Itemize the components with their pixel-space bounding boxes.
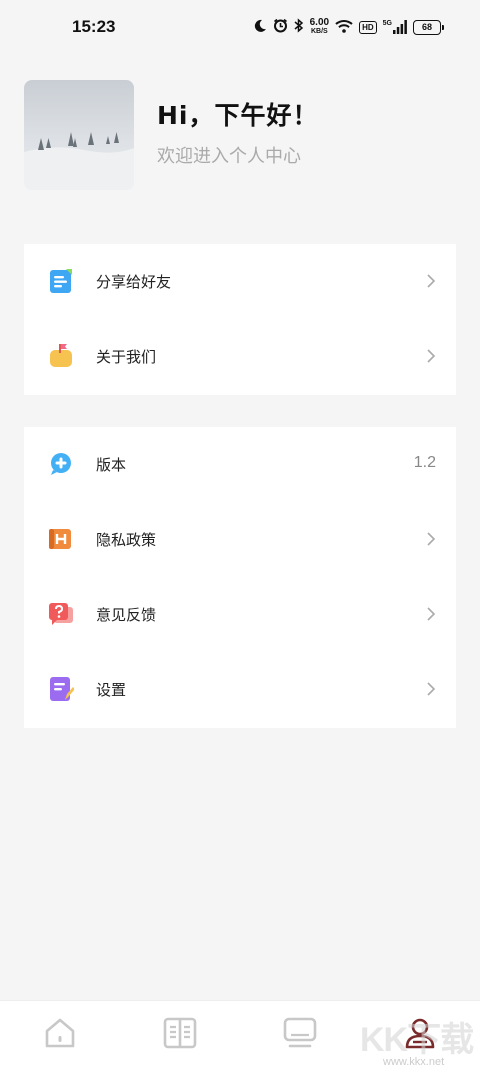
- menu-item-settings[interactable]: 设置: [24, 652, 456, 727]
- signal-icon: 5G: [383, 20, 407, 34]
- alarm-icon: [273, 18, 288, 37]
- nav-profile[interactable]: [400, 1015, 440, 1055]
- profile-icon: [403, 1016, 437, 1054]
- chevron-right-icon: [426, 348, 436, 364]
- menu-card-settings: 版本 1.2 隐私政策 意见反馈 设置: [24, 427, 456, 728]
- status-bar: 15:23 6.00 KB/S HD 5G 68: [0, 0, 480, 56]
- signal-label: 5G: [382, 20, 392, 27]
- nav-library[interactable]: [160, 1015, 200, 1055]
- menu-item-label: 设置: [96, 681, 127, 699]
- menu-item-label: 关于我们: [96, 348, 157, 366]
- wifi-icon: [335, 18, 353, 37]
- menu-item-share[interactable]: 分享给好友: [24, 244, 456, 319]
- battery-level: 68: [413, 19, 441, 35]
- feedback-icon: [48, 601, 74, 627]
- status-time: 15:23: [72, 17, 116, 36]
- about-icon: [48, 343, 74, 369]
- settings-icon: [48, 676, 75, 702]
- monitor-icon: [282, 1016, 318, 1054]
- greeting-subtitle: 欢迎进入个人中心: [157, 146, 301, 167]
- hd-badge: HD: [359, 20, 377, 34]
- moon-icon: [253, 18, 267, 37]
- chevron-right-icon: [426, 606, 436, 622]
- nav-watch[interactable]: [280, 1015, 320, 1055]
- menu-item-about[interactable]: 关于我们: [24, 319, 456, 394]
- bluetooth-icon: [294, 17, 304, 37]
- status-icons: 6.00 KB/S HD 5G 68: [253, 16, 444, 38]
- book-icon: [162, 1016, 198, 1054]
- net-speed-value: 6.00: [309, 17, 330, 28]
- net-speed-unit: KB/S: [310, 28, 328, 35]
- menu-item-version[interactable]: 版本 1.2: [24, 427, 456, 502]
- version-value: 1.2: [413, 454, 436, 471]
- menu-item-label: 隐私政策: [96, 531, 157, 549]
- menu-item-privacy[interactable]: 隐私政策: [24, 502, 456, 577]
- greeting-title: Hi，下午好！: [157, 101, 319, 130]
- version-icon: [48, 451, 74, 477]
- menu-item-label: 分享给好友: [96, 273, 172, 291]
- menu-item-feedback[interactable]: 意见反馈: [24, 577, 456, 652]
- chevron-right-icon: [426, 681, 436, 697]
- menu-item-label: 意见反馈: [96, 606, 157, 624]
- battery-icon: 68: [413, 19, 444, 35]
- privacy-icon: [48, 526, 74, 552]
- menu-item-label: 版本: [96, 456, 127, 474]
- avatar[interactable]: [24, 80, 134, 190]
- menu-card-share-about: 分享给好友 关于我们: [24, 244, 456, 395]
- chevron-right-icon: [426, 531, 436, 547]
- chevron-right-icon: [426, 273, 436, 289]
- share-icon: [48, 268, 74, 294]
- bottom-nav: [0, 1000, 480, 1073]
- home-icon: [43, 1016, 77, 1054]
- network-speed: 6.00 KB/S: [310, 18, 329, 36]
- nav-home[interactable]: [40, 1015, 80, 1055]
